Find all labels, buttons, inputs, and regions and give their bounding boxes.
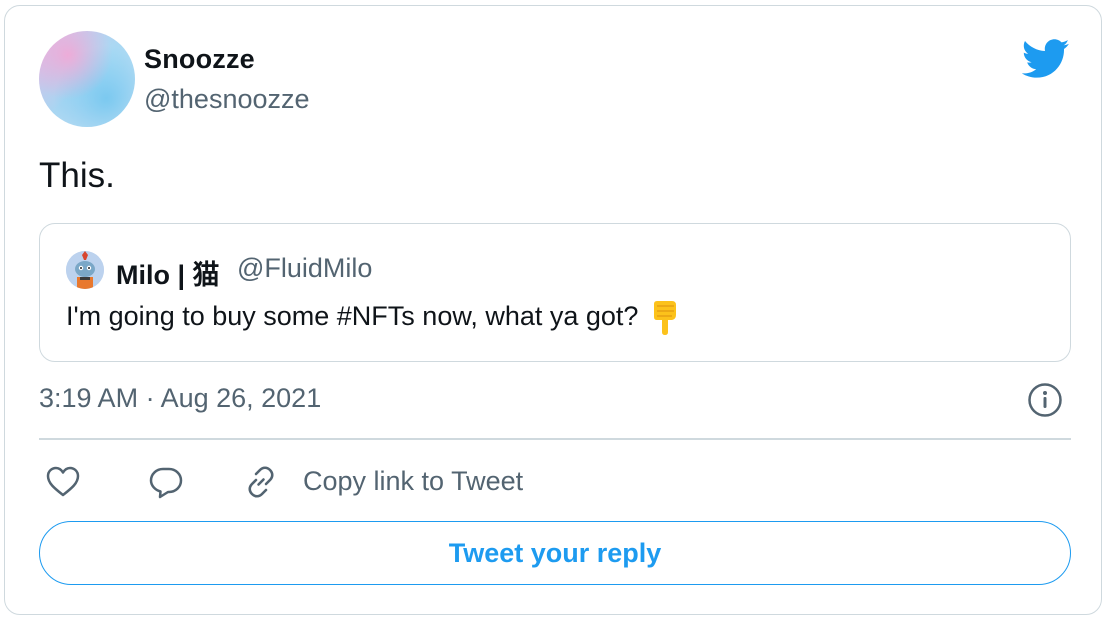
- tweet-text: This.: [39, 156, 115, 195]
- tweet-reply-label: Tweet your reply: [448, 537, 662, 568]
- author-avatar[interactable]: [39, 31, 135, 127]
- tweet-timestamp[interactable]: 3:19 AM · Aug 26, 2021: [39, 383, 321, 414]
- twitter-bird-icon[interactable]: [1022, 39, 1070, 79]
- heart-icon[interactable]: [45, 464, 81, 500]
- tweet-card: Snoozze @thesnoozze This. Milo | 猫 @Flui…: [4, 5, 1102, 615]
- quoted-tweet[interactable]: Milo | 猫 @FluidMilo I'm going to buy som…: [39, 223, 1071, 362]
- divider: [39, 438, 1071, 440]
- author-handle[interactable]: @thesnoozze: [144, 84, 310, 115]
- quoted-author-avatar: [66, 251, 104, 289]
- quoted-tweet-text: I'm going to buy some #NFTs now, what ya…: [66, 301, 639, 332]
- pointing-down-emoji-icon: [654, 301, 677, 335]
- quoted-tweet-text-row: I'm going to buy some #NFTs now, what ya…: [66, 300, 680, 336]
- quoted-author-display-name: Milo | 猫: [116, 260, 220, 290]
- author-display-name[interactable]: Snoozze: [144, 44, 255, 75]
- comment-icon[interactable]: [148, 464, 184, 500]
- quoted-author-handle: @FluidMilo: [237, 253, 373, 283]
- info-icon[interactable]: [1027, 382, 1063, 418]
- copy-link-button[interactable]: Copy link to Tweet: [303, 466, 523, 497]
- tweet-reply-button[interactable]: Tweet your reply: [39, 521, 1071, 585]
- link-icon[interactable]: [243, 464, 279, 500]
